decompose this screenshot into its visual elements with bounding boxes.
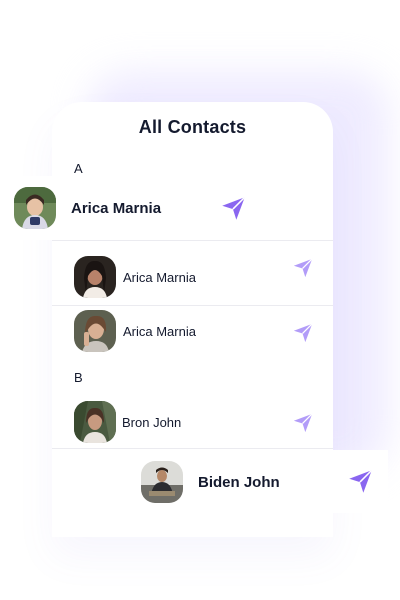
divider xyxy=(52,305,333,306)
section-letter-a: A xyxy=(74,161,83,176)
send-icon[interactable] xyxy=(292,257,314,284)
contact-row[interactable]: Arica Marnia xyxy=(74,256,196,298)
contact-row-biden-highlight[interactable]: Biden John xyxy=(141,461,280,503)
contact-row[interactable]: Arica Marnia xyxy=(74,310,196,352)
avatar xyxy=(14,187,56,229)
divider xyxy=(52,448,333,449)
contact-name: Bron John xyxy=(122,414,182,430)
contact-name: Arica Marnia xyxy=(123,323,196,339)
contact-row[interactable]: Bron John xyxy=(74,401,181,443)
send-icon[interactable] xyxy=(347,468,374,500)
contact-name: Arica Marnia xyxy=(71,199,162,217)
contact-name: Arica Marnia xyxy=(123,269,196,285)
section-letter-b: B xyxy=(74,370,83,385)
contact-name: Biden John xyxy=(198,473,280,491)
send-icon[interactable] xyxy=(220,195,247,227)
page-title: All Contacts xyxy=(138,117,247,137)
send-icon[interactable] xyxy=(292,322,314,349)
divider xyxy=(52,240,333,241)
send-icon[interactable] xyxy=(292,412,314,439)
avatar xyxy=(74,310,116,352)
avatar xyxy=(74,401,116,443)
avatar xyxy=(141,461,183,503)
contact-row-arica-highlight[interactable]: Arica Marnia xyxy=(14,187,161,229)
avatar xyxy=(74,256,116,298)
